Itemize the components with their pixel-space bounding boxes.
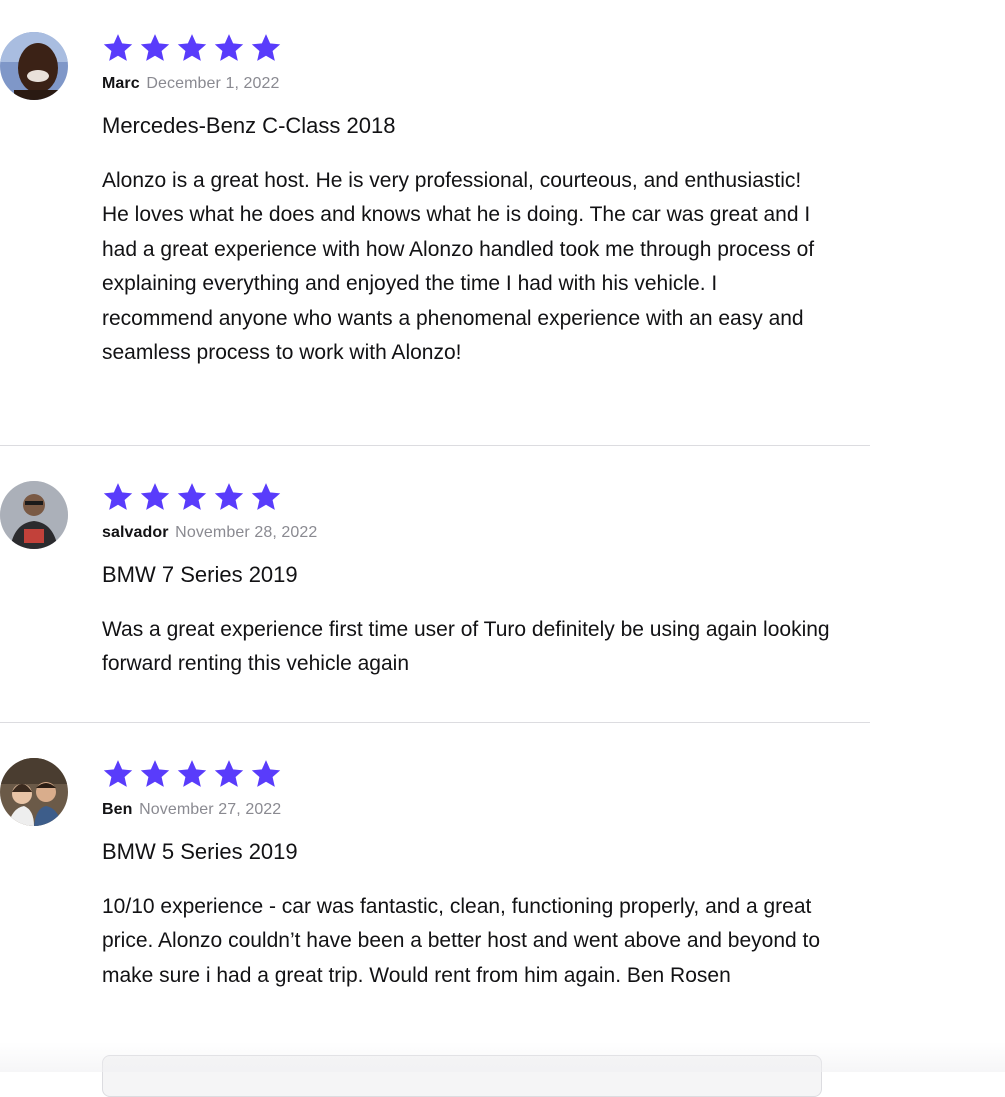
review-body: Ben November 27, 2022 BMW 5 Series 2019 …	[102, 758, 830, 993]
star-icon	[177, 483, 207, 510]
star-rating	[102, 481, 830, 513]
author-name[interactable]: salvador	[102, 524, 169, 541]
review-text: 10/10 experience - car was fantastic, cl…	[102, 895, 821, 987]
star-icon	[140, 483, 170, 510]
review-meta: salvador November 28, 2022	[102, 523, 830, 543]
star-icon	[177, 760, 207, 787]
review-date: November 27, 2022	[139, 801, 282, 818]
star-icon	[214, 760, 244, 787]
star-icon	[140, 760, 170, 787]
star-icon	[214, 34, 244, 61]
star-rating	[102, 758, 830, 790]
vehicle-name: BMW 5 Series 2019	[102, 839, 298, 864]
star-rating	[102, 32, 830, 64]
avatar[interactable]	[0, 32, 68, 100]
avatar-image	[0, 758, 68, 826]
author-name[interactable]: Ben	[102, 801, 133, 818]
star-icon	[103, 34, 133, 61]
avatar-image	[0, 32, 68, 100]
vehicle-name: BMW 7 Series 2019	[102, 562, 298, 587]
review-body: Marc December 1, 2022 Mercedes-Benz C-Cl…	[102, 32, 830, 370]
review-item: Ben November 27, 2022 BMW 5 Series 2019 …	[0, 723, 870, 1074]
star-icon	[177, 34, 207, 61]
review-item: Marc December 1, 2022 Mercedes-Benz C-Cl…	[0, 0, 870, 446]
vehicle-name: Mercedes-Benz C-Class 2018	[102, 113, 396, 138]
more-reviews-button[interactable]	[102, 1055, 822, 1097]
review-date: November 28, 2022	[175, 524, 318, 541]
review-item: salvador November 28, 2022 BMW 7 Series …	[0, 446, 870, 723]
review-date: December 1, 2022	[146, 75, 280, 92]
star-icon	[214, 483, 244, 510]
reviews-list: Marc December 1, 2022 Mercedes-Benz C-Cl…	[0, 0, 870, 1074]
star-icon	[103, 760, 133, 787]
review-meta: Ben November 27, 2022	[102, 800, 830, 820]
star-icon	[140, 34, 170, 61]
avatar[interactable]	[0, 758, 68, 826]
star-icon	[251, 483, 281, 510]
star-icon	[251, 760, 281, 787]
review-meta: Marc December 1, 2022	[102, 74, 830, 94]
review-text: Was a great experience first time user o…	[102, 618, 830, 676]
avatar-image	[0, 481, 68, 549]
star-icon	[103, 483, 133, 510]
review-body: salvador November 28, 2022 BMW 7 Series …	[102, 481, 830, 682]
review-text: Alonzo is a great host. He is very profe…	[102, 169, 815, 365]
author-name[interactable]: Marc	[102, 75, 140, 92]
avatar[interactable]	[0, 481, 68, 549]
star-icon	[251, 34, 281, 61]
